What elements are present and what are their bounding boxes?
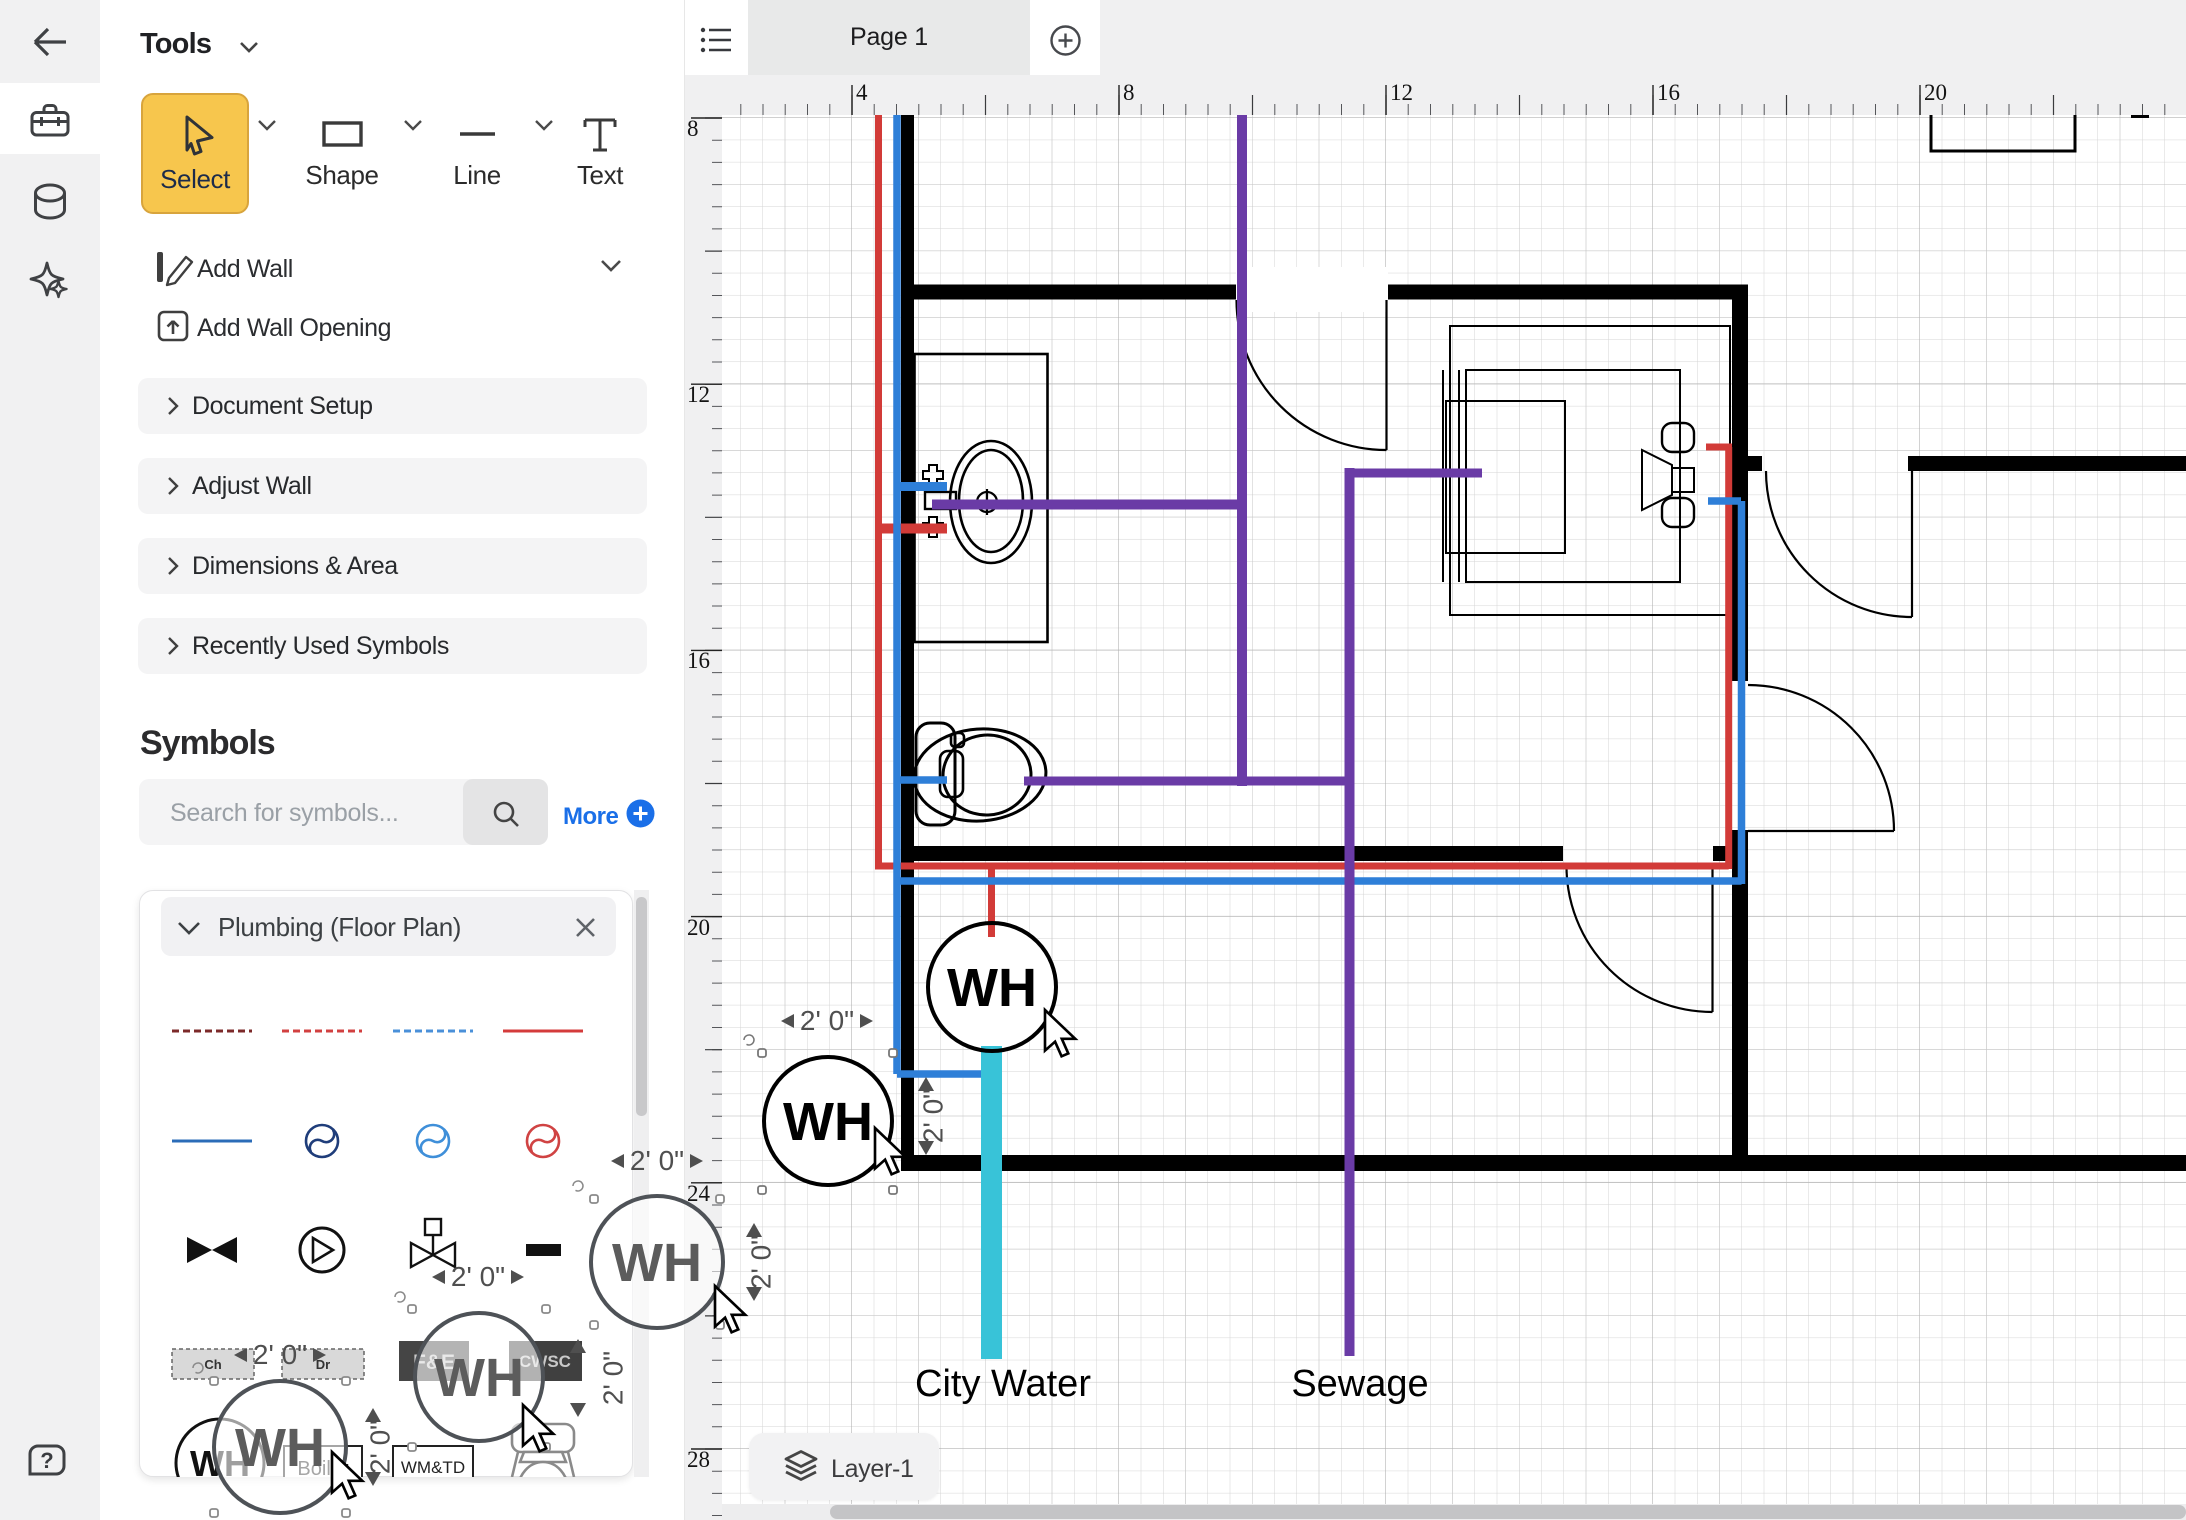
svg-text:2' 0": 2' 0" [364,1420,395,1474]
svg-text:2' 0": 2' 0" [253,1339,307,1370]
svg-text:2' 0": 2' 0" [917,1089,948,1143]
svg-text:2' 0": 2' 0" [745,1235,776,1289]
svg-text:WH: WH [612,1233,702,1293]
svg-text:2' 0": 2' 0" [597,1351,628,1405]
svg-text:2' 0": 2' 0" [451,1261,505,1292]
svg-text:2' 0": 2' 0" [800,1005,854,1036]
svg-text:WH: WH [235,1418,325,1478]
svg-text:2' 0": 2' 0" [630,1145,684,1176]
svg-text:WH: WH [434,1348,524,1408]
